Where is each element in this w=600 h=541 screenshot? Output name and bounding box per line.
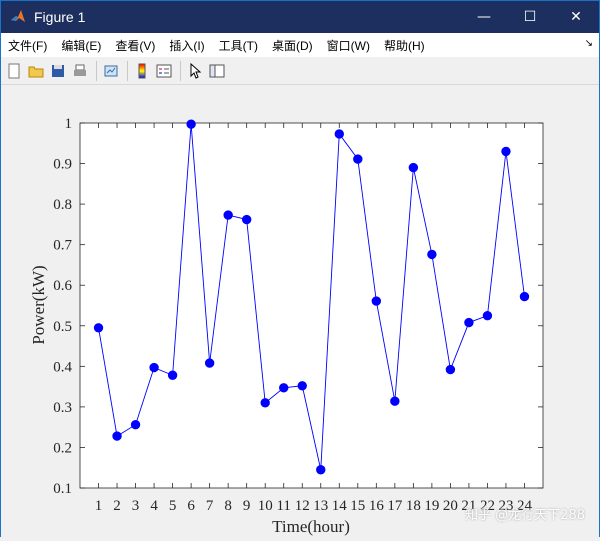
data-point: [186, 119, 196, 129]
x-tick-label: 12: [295, 498, 310, 514]
data-point: [390, 396, 400, 406]
data-point: [316, 465, 326, 475]
figure-window: Figure 1 — ☐ ✕ 文件(F) 编辑(E) 查看(V) 插入(I) 工…: [0, 0, 600, 537]
link-plot-icon[interactable]: [101, 61, 121, 81]
x-tick-label: 5: [169, 498, 177, 514]
x-tick-label: 2: [113, 498, 121, 514]
data-point: [501, 146, 511, 157]
x-tick-label: 1: [95, 498, 103, 514]
data-point: [482, 310, 493, 321]
x-tick-label: 15: [350, 498, 365, 514]
data-point: [279, 383, 289, 393]
x-tick-label: 17: [387, 498, 403, 514]
x-tick-label: 13: [313, 498, 328, 514]
toolbar: [1, 57, 599, 85]
data-point: [408, 162, 419, 173]
x-tick-label: 3: [132, 498, 140, 514]
maximize-button[interactable]: ☐: [507, 1, 553, 33]
y-tick-label: 0.3: [53, 400, 72, 416]
x-tick-label: 18: [406, 498, 421, 514]
x-tick-label: 11: [276, 498, 290, 514]
data-point: [167, 370, 178, 380]
x-tick-label: 4: [150, 498, 158, 514]
axes-background: [79, 122, 544, 489]
menu-tools[interactable]: 工具(T): [212, 37, 265, 54]
data-point: [464, 317, 474, 328]
y-tick-label: 0.6: [53, 278, 72, 294]
y-axis-label: Power(kW): [29, 265, 48, 344]
data-point: [297, 381, 307, 391]
toolbar-separator: [96, 60, 97, 81]
data-point: [519, 291, 530, 302]
new-figure-icon[interactable]: [4, 61, 24, 81]
data-point: [149, 362, 159, 373]
data-point: [241, 214, 252, 225]
property-inspector-icon[interactable]: [207, 61, 227, 81]
x-tick-label: 16: [369, 498, 385, 514]
plot-area: 0.10.20.30.40.50.60.70.80.91 1 2 3 4 5 6 7 8 9 10…: [29, 116, 544, 536]
y-tick-label: 0.7: [53, 238, 72, 254]
x-tick-label: 19: [424, 498, 439, 514]
data-point: [353, 154, 363, 164]
pointer-icon[interactable]: [185, 61, 205, 81]
y-tick-label: 0.2: [53, 440, 72, 456]
y-tick-label: 0.8: [53, 197, 72, 213]
title-bar[interactable]: Figure 1 — ☐ ✕: [1, 1, 599, 33]
data-point: [334, 129, 344, 139]
watermark: 知乎 @龙行天下288: [465, 508, 585, 523]
y-tick-label: 0.5: [53, 319, 72, 335]
dock-arrow-icon[interactable]: ↘: [585, 38, 593, 49]
menu-edit[interactable]: 编辑(E): [54, 37, 108, 54]
y-tick-label: 0.4: [53, 359, 72, 375]
close-button[interactable]: ✕: [553, 1, 599, 33]
data-point: [371, 296, 382, 306]
x-tick-label: 14: [332, 498, 348, 514]
menu-view[interactable]: 查看(V): [108, 37, 162, 54]
x-tick-label: 8: [224, 498, 232, 514]
minimize-button[interactable]: —: [461, 1, 507, 33]
print-icon[interactable]: [70, 61, 90, 81]
data-point: [445, 364, 456, 375]
data-point: [93, 323, 104, 333]
data-point: [204, 358, 215, 368]
menu-file[interactable]: 文件(F): [1, 37, 54, 54]
y-tick-label: 1: [65, 116, 73, 132]
colorbar-icon[interactable]: [132, 61, 152, 81]
data-point: [223, 210, 233, 220]
data-point: [130, 420, 141, 430]
matlab-logo-icon: [10, 9, 26, 25]
menu-window[interactable]: 窗口(W): [320, 37, 377, 54]
x-tick-label: 10: [258, 498, 273, 514]
y-tick-label: 0.1: [53, 481, 72, 497]
data-point: [260, 398, 270, 408]
legend-icon[interactable]: [154, 61, 174, 81]
x-tick-label: 7: [206, 498, 214, 514]
toolbar-separator: [127, 60, 128, 81]
window-title: Figure 1: [34, 9, 86, 25]
menu-desktop[interactable]: 桌面(D): [265, 37, 320, 54]
save-icon[interactable]: [48, 61, 68, 81]
open-file-icon[interactable]: [26, 61, 46, 81]
menu-bar: 文件(F) 编辑(E) 查看(V) 插入(I) 工具(T) 桌面(D) 窗口(W…: [1, 33, 599, 57]
x-axis-label: Time(hour): [272, 517, 350, 536]
y-tick-label: 0.9: [53, 157, 72, 173]
figure-canvas: 0.1 0.2 0.3 0.4 0.5 0.6 0.7 0.8 0.9 1 1 2 3 4 5 6 7 8 9 10…: [1, 86, 599, 537]
toolbar-separator: [180, 60, 181, 81]
menu-insert[interactable]: 插入(I): [162, 37, 211, 54]
x-tick-label: 6: [187, 498, 195, 514]
menu-help[interactable]: 帮助(H): [377, 37, 432, 54]
data-point: [427, 249, 437, 260]
x-tick-label: 9: [243, 498, 251, 514]
x-tick-label: 20: [443, 498, 458, 514]
data-point: [112, 431, 122, 441]
